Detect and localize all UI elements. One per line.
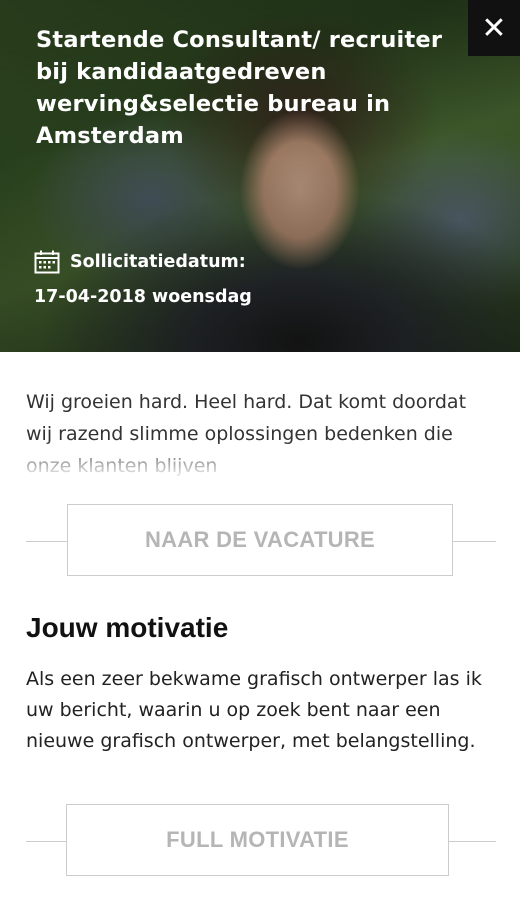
divider-line [26,841,66,842]
application-date-label-row: Sollicitatiedatum: [34,250,246,274]
job-title-line: bij kandidaatgedreven [36,59,327,85]
job-title-line: Amsterdam [36,123,184,149]
close-button[interactable]: ✕ [468,0,520,56]
full-motivation-button[interactable]: FULL MOTIVATIE [66,804,449,876]
job-title: Startende Consultant/ recruiter bij kand… [36,24,472,152]
motivation-heading: Jouw motivatie [26,612,229,643]
application-date-label: Sollicitatiedatum: [70,252,246,272]
close-icon: ✕ [481,10,507,46]
calendar-icon [34,250,60,274]
application-date-value: 17-04-2018 woensdag [34,287,252,307]
job-title-line: werving&selectie bureau in [36,91,391,117]
divider-line [448,841,496,842]
divider-line [452,541,496,542]
view-vacancy-button[interactable]: NAAR DE VACATURE [67,504,453,576]
motivation-text: Als een zeer bekwame grafisch ontwerper … [26,668,482,752]
divider-line [26,541,68,542]
job-title-line: Startende Consultant/ recruiter [36,27,443,53]
vacancy-intro-text: Wij groeien hard. Heel hard. Dat komt do… [26,391,467,477]
